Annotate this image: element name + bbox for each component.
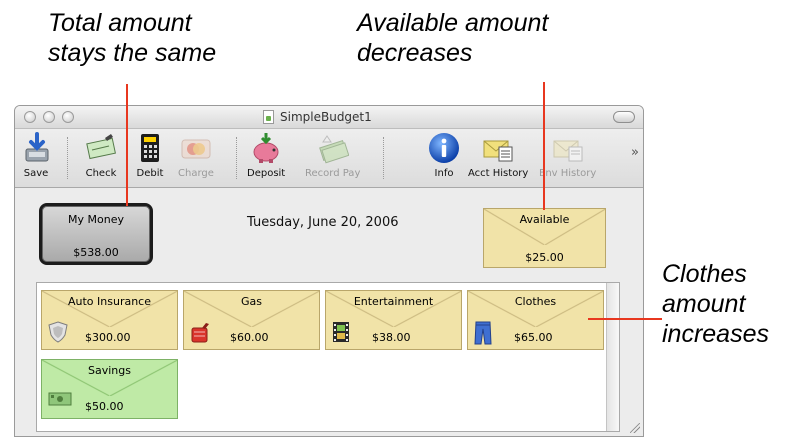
annotation-total: Total amount stays the same xyxy=(48,8,216,68)
envelope-panel: Auto Insurance $300.00 Gas $60.00 Entert… xyxy=(36,282,620,432)
window-title: SimpleBudget1 xyxy=(263,109,372,125)
calculator-icon xyxy=(133,131,167,165)
charge-label: Charge xyxy=(178,168,214,179)
toolbar: Save Check Debit Charge Deposit Record P… xyxy=(15,129,643,188)
credit-card-icon xyxy=(179,131,213,165)
env-history-button[interactable]: Env History xyxy=(539,131,596,179)
title-bar[interactable]: SimpleBudget1 xyxy=(15,106,643,129)
charge-button[interactable]: Charge xyxy=(178,131,214,179)
envelope-name: Entertainment xyxy=(353,295,434,308)
save-button[interactable]: Save xyxy=(19,131,53,179)
annotation-total-line xyxy=(126,84,128,206)
annotation-clothes-line1: Clothes xyxy=(662,260,747,288)
save-label: Save xyxy=(23,168,49,179)
check-label: Check xyxy=(85,168,117,179)
info-icon xyxy=(427,131,461,165)
envelope-name: Auto Insurance xyxy=(67,295,151,308)
check-icon xyxy=(84,131,118,165)
toolbar-toggle-button[interactable] xyxy=(613,111,635,123)
envelope-icon xyxy=(551,131,585,165)
annotation-clothes-line xyxy=(588,318,662,320)
envelope-auto-insurance[interactable]: Auto Insurance $300.00 xyxy=(41,290,178,350)
toolbar-separator xyxy=(236,137,237,179)
my-money-box[interactable]: My Money $538.00 xyxy=(39,203,153,265)
envelope-amount: $300.00 xyxy=(85,331,131,344)
info-label: Info xyxy=(434,168,454,179)
envelope-savings[interactable]: Savings $50.00 xyxy=(41,359,178,419)
envelope-amount: $60.00 xyxy=(230,331,269,344)
annotation-available: Available amount decreases xyxy=(357,8,548,68)
debit-button[interactable]: Debit xyxy=(133,131,167,179)
film-icon xyxy=(332,321,350,346)
acct-history-button[interactable]: Acct History xyxy=(468,131,528,179)
available-label: Available xyxy=(519,213,570,226)
envelope-name: Savings xyxy=(88,364,131,377)
piggy-bank-icon xyxy=(249,131,283,165)
vertical-scrollbar[interactable] xyxy=(606,283,619,431)
toolbar-overflow-button[interactable]: » xyxy=(631,145,639,160)
info-button[interactable]: Info xyxy=(427,131,461,179)
available-value: $25.00 xyxy=(525,251,564,264)
current-date: Tuesday, June 20, 2006 xyxy=(247,215,399,230)
deposit-button[interactable]: Deposit xyxy=(247,131,285,179)
envelope-name: Gas xyxy=(241,295,262,308)
shield-icon xyxy=(48,321,68,346)
close-button[interactable] xyxy=(24,111,36,123)
main-content: My Money $538.00 Tuesday, June 20, 2006 … xyxy=(15,188,643,436)
deposit-label: Deposit xyxy=(247,168,286,179)
envelope-gas[interactable]: Gas $60.00 xyxy=(183,290,320,350)
record-pay-label: Record Pay xyxy=(305,168,361,179)
check-button[interactable]: Check xyxy=(84,131,118,179)
annotation-total-line1: Total amount xyxy=(48,9,192,37)
envelope-amount: $50.00 xyxy=(85,400,124,413)
minimize-button[interactable] xyxy=(43,111,55,123)
debit-label: Debit xyxy=(136,168,164,179)
envelope-entertainment[interactable]: Entertainment $38.00 xyxy=(325,290,462,350)
zoom-button[interactable] xyxy=(62,111,74,123)
envelope-amount: $65.00 xyxy=(514,331,553,344)
acct-history-label: Acct History xyxy=(468,168,529,179)
my-money-label: My Money xyxy=(68,213,124,226)
gas-can-icon xyxy=(190,321,210,346)
env-history-label: Env History xyxy=(539,168,597,179)
toolbar-separator xyxy=(383,137,384,179)
toolbar-separator xyxy=(67,137,68,179)
annotation-available-line1: Available amount xyxy=(357,9,549,37)
envelope-name: Clothes xyxy=(514,295,557,308)
save-icon xyxy=(19,131,53,165)
annotation-total-line2: stays the same xyxy=(48,39,217,67)
cash-icon xyxy=(48,392,72,409)
my-money-value: $538.00 xyxy=(73,246,119,259)
money-stack-icon xyxy=(316,131,350,165)
annotation-clothes: Clothes amount increases xyxy=(662,259,769,349)
envelope-clothes[interactable]: Clothes $65.00 xyxy=(467,290,604,350)
annotation-available-line2: decreases xyxy=(357,39,473,67)
annotation-available-line xyxy=(543,82,545,210)
envelope-history-icon xyxy=(481,131,515,165)
resize-grip[interactable] xyxy=(630,423,640,433)
document-icon xyxy=(263,110,274,124)
jeans-icon xyxy=(474,321,492,348)
available-envelope[interactable]: Available $25.00 xyxy=(483,208,606,268)
annotation-clothes-line2: amount xyxy=(662,290,746,318)
app-window: SimpleBudget1 Save Check Debit Charge De… xyxy=(14,105,644,437)
envelope-amount: $38.00 xyxy=(372,331,411,344)
record-pay-button[interactable]: Record Pay xyxy=(305,131,360,179)
window-title-text: SimpleBudget1 xyxy=(280,110,372,124)
annotation-clothes-line3: increases xyxy=(662,320,769,348)
